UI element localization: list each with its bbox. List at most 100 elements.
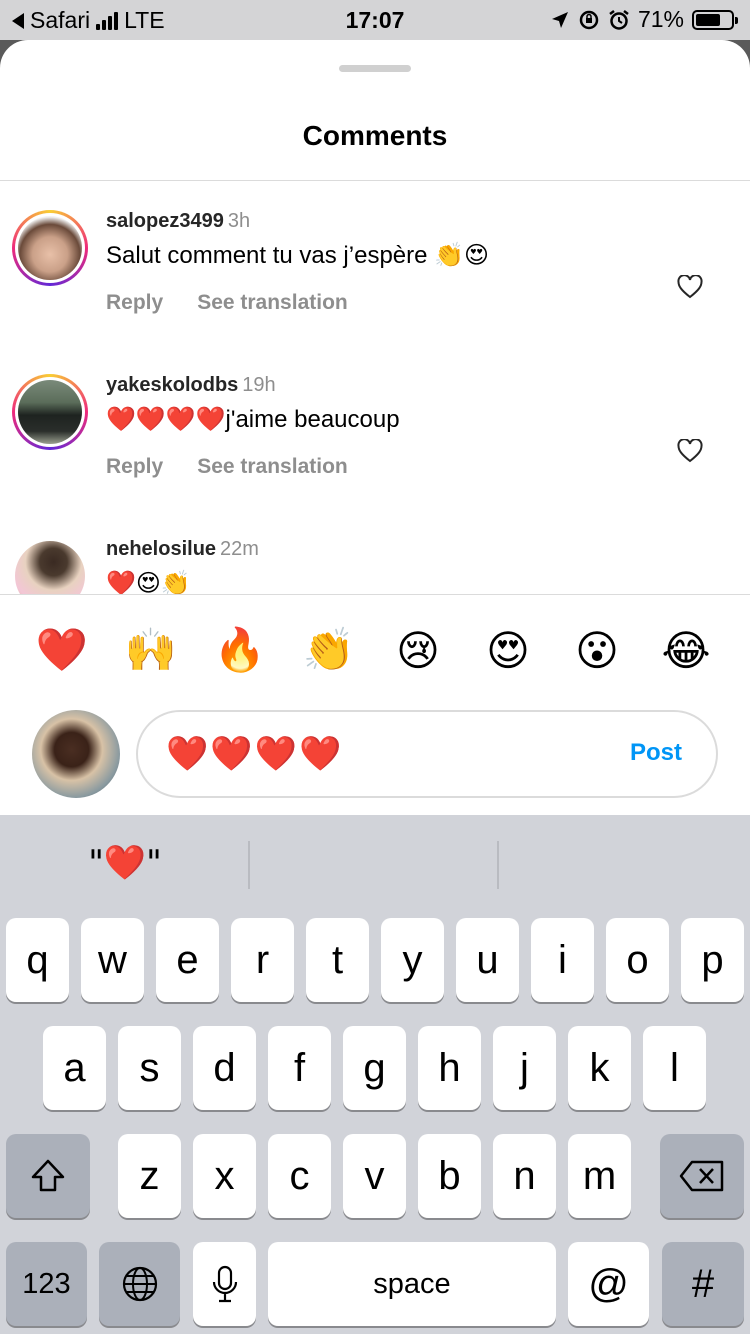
battery-percent: 71% [637, 6, 684, 32]
dictation-key[interactable] [193, 1242, 256, 1326]
reaction-clap-button[interactable]: 👏 [301, 622, 357, 678]
story-ring[interactable] [12, 374, 88, 450]
space-key[interactable]: space [268, 1242, 556, 1326]
key-g[interactable]: g [343, 1026, 406, 1110]
comment-text: ❤️😍👏 [106, 569, 191, 594]
comment-input[interactable]: ❤️❤️❤️❤️ Post [136, 710, 718, 798]
key-r[interactable]: r [231, 918, 294, 1002]
comment-input-value[interactable]: ❤️❤️❤️❤️ [166, 734, 343, 774]
location-icon [551, 11, 568, 28]
like-heart-icon[interactable] [677, 439, 703, 463]
suggestion-separator [497, 841, 499, 889]
numbers-key[interactable]: 123 [6, 1242, 87, 1326]
key-l[interactable]: l [643, 1026, 706, 1110]
suggestion-1[interactable]: "❤️" [0, 843, 250, 883]
reply-button[interactable]: Reply [106, 291, 163, 315]
rotation-lock-icon [579, 10, 599, 29]
key-d[interactable]: d [193, 1026, 256, 1110]
comment-header: salopez3499 3h [106, 210, 250, 233]
at-key[interactable]: @ [568, 1242, 649, 1326]
predictive-bar: "❤️" [0, 815, 750, 907]
quick-reactions-bar: ❤️ 🙌 🔥 👏 😢 😍 😮 😂 [0, 622, 750, 682]
key-n[interactable]: n [493, 1134, 556, 1218]
like-heart-icon[interactable] [677, 275, 703, 299]
sheet-grabber[interactable] [339, 65, 411, 72]
see-translation-button[interactable]: See translation [197, 291, 348, 315]
reaction-fire-button[interactable]: 🔥 [212, 622, 268, 678]
comment-item: nehelosilue 22m ❤️😍👏 [0, 509, 750, 594]
shift-key[interactable] [6, 1134, 90, 1218]
comment-text-content: ❤️😍👏 [106, 570, 191, 594]
comment-actions: Reply See translation [106, 291, 348, 315]
avatar[interactable] [18, 216, 82, 280]
sheet-title: Comments [302, 120, 448, 151]
key-j[interactable]: j [493, 1026, 556, 1110]
status-right: 71% [550, 6, 738, 33]
see-translation-button[interactable]: See translation [197, 455, 348, 479]
key-p[interactable]: p [681, 918, 744, 1002]
comment-username[interactable]: nehelosilue [106, 538, 216, 560]
post-button[interactable]: Post [630, 739, 682, 767]
key-x[interactable]: x [193, 1134, 256, 1218]
delete-key[interactable] [660, 1134, 744, 1218]
key-t[interactable]: t [306, 918, 369, 1002]
comment-time: 3h [227, 210, 251, 232]
reaction-heart-eyes-button[interactable]: 😍 [480, 622, 536, 678]
comment-item: salopez3499 3h Salut comment tu vas j’esp… [0, 181, 750, 331]
comment-item: yakeskolodbs 19h ❤️❤️❤️❤️j'aime beaucoup … [0, 345, 750, 495]
key-m[interactable]: m [568, 1134, 631, 1218]
key-i[interactable]: i [531, 918, 594, 1002]
comment-actions: Reply See translation [106, 455, 348, 479]
avatar-frame[interactable] [12, 538, 88, 594]
reaction-heart-button[interactable]: ❤️ [34, 622, 90, 678]
battery-icon [692, 9, 738, 30]
reply-button[interactable]: Reply [106, 455, 163, 479]
alarm-icon [609, 9, 629, 30]
key-f[interactable]: f [268, 1026, 331, 1110]
current-user-avatar [32, 710, 120, 798]
key-b[interactable]: b [418, 1134, 481, 1218]
key-e[interactable]: e [156, 918, 219, 1002]
key-s[interactable]: s [118, 1026, 181, 1110]
comment-text: Salut comment tu vas j’espère 👏😍 [106, 241, 489, 270]
globe-icon [122, 1266, 157, 1302]
key-a[interactable]: a [43, 1026, 106, 1110]
comment-username[interactable]: salopez3499 [106, 210, 224, 232]
comment-text-content: ❤️❤️❤️❤️j'aime beaucoup [106, 406, 400, 433]
key-q[interactable]: q [6, 918, 69, 1002]
key-k[interactable]: k [568, 1026, 631, 1110]
microphone-icon [212, 1265, 237, 1303]
story-ring[interactable] [12, 210, 88, 286]
comment-text-content: Salut comment tu vas j’espère 👏😍 [106, 242, 490, 269]
reaction-raised-hands-button[interactable]: 🙌 [123, 622, 179, 678]
hash-key[interactable]: # [662, 1242, 744, 1326]
comment-header: nehelosilue 22m [106, 538, 259, 561]
shift-arrow-icon [31, 1159, 65, 1192]
comment-time: 22m [220, 538, 259, 560]
status-bar: Safari LTE 17:07 71% [0, 0, 750, 40]
key-o[interactable]: o [606, 918, 669, 1002]
comment-time: 19h [242, 374, 276, 396]
key-u[interactable]: u [456, 918, 519, 1002]
backspace-icon [679, 1160, 724, 1192]
globe-key[interactable] [99, 1242, 180, 1326]
comment-username[interactable]: yakeskolodbs [106, 374, 238, 396]
avatar[interactable] [15, 541, 85, 594]
key-y[interactable]: y [381, 918, 444, 1002]
comments-sheet: Comments salopez3499 3h Salut comment tu … [0, 40, 750, 815]
comment-list[interactable]: salopez3499 3h Salut comment tu vas j’esp… [0, 181, 750, 594]
composer-divider [0, 594, 750, 595]
key-v[interactable]: v [343, 1134, 406, 1218]
avatar[interactable] [18, 380, 82, 444]
key-z[interactable]: z [118, 1134, 181, 1218]
suggestion-separator [248, 841, 250, 889]
reaction-surprised-button[interactable]: 😮 [569, 622, 625, 678]
reaction-laughing-button[interactable]: 😂 [658, 622, 714, 678]
reaction-crying-button[interactable]: 😢 [390, 622, 446, 678]
key-w[interactable]: w [81, 918, 144, 1002]
comment-text: ❤️❤️❤️❤️j'aime beaucoup [106, 405, 400, 434]
key-c[interactable]: c [268, 1134, 331, 1218]
comment-header: yakeskolodbs 19h [106, 374, 276, 397]
key-h[interactable]: h [418, 1026, 481, 1110]
keyboard: "❤️" q w e r t y u i o p a s d f g h j k… [0, 815, 750, 1334]
